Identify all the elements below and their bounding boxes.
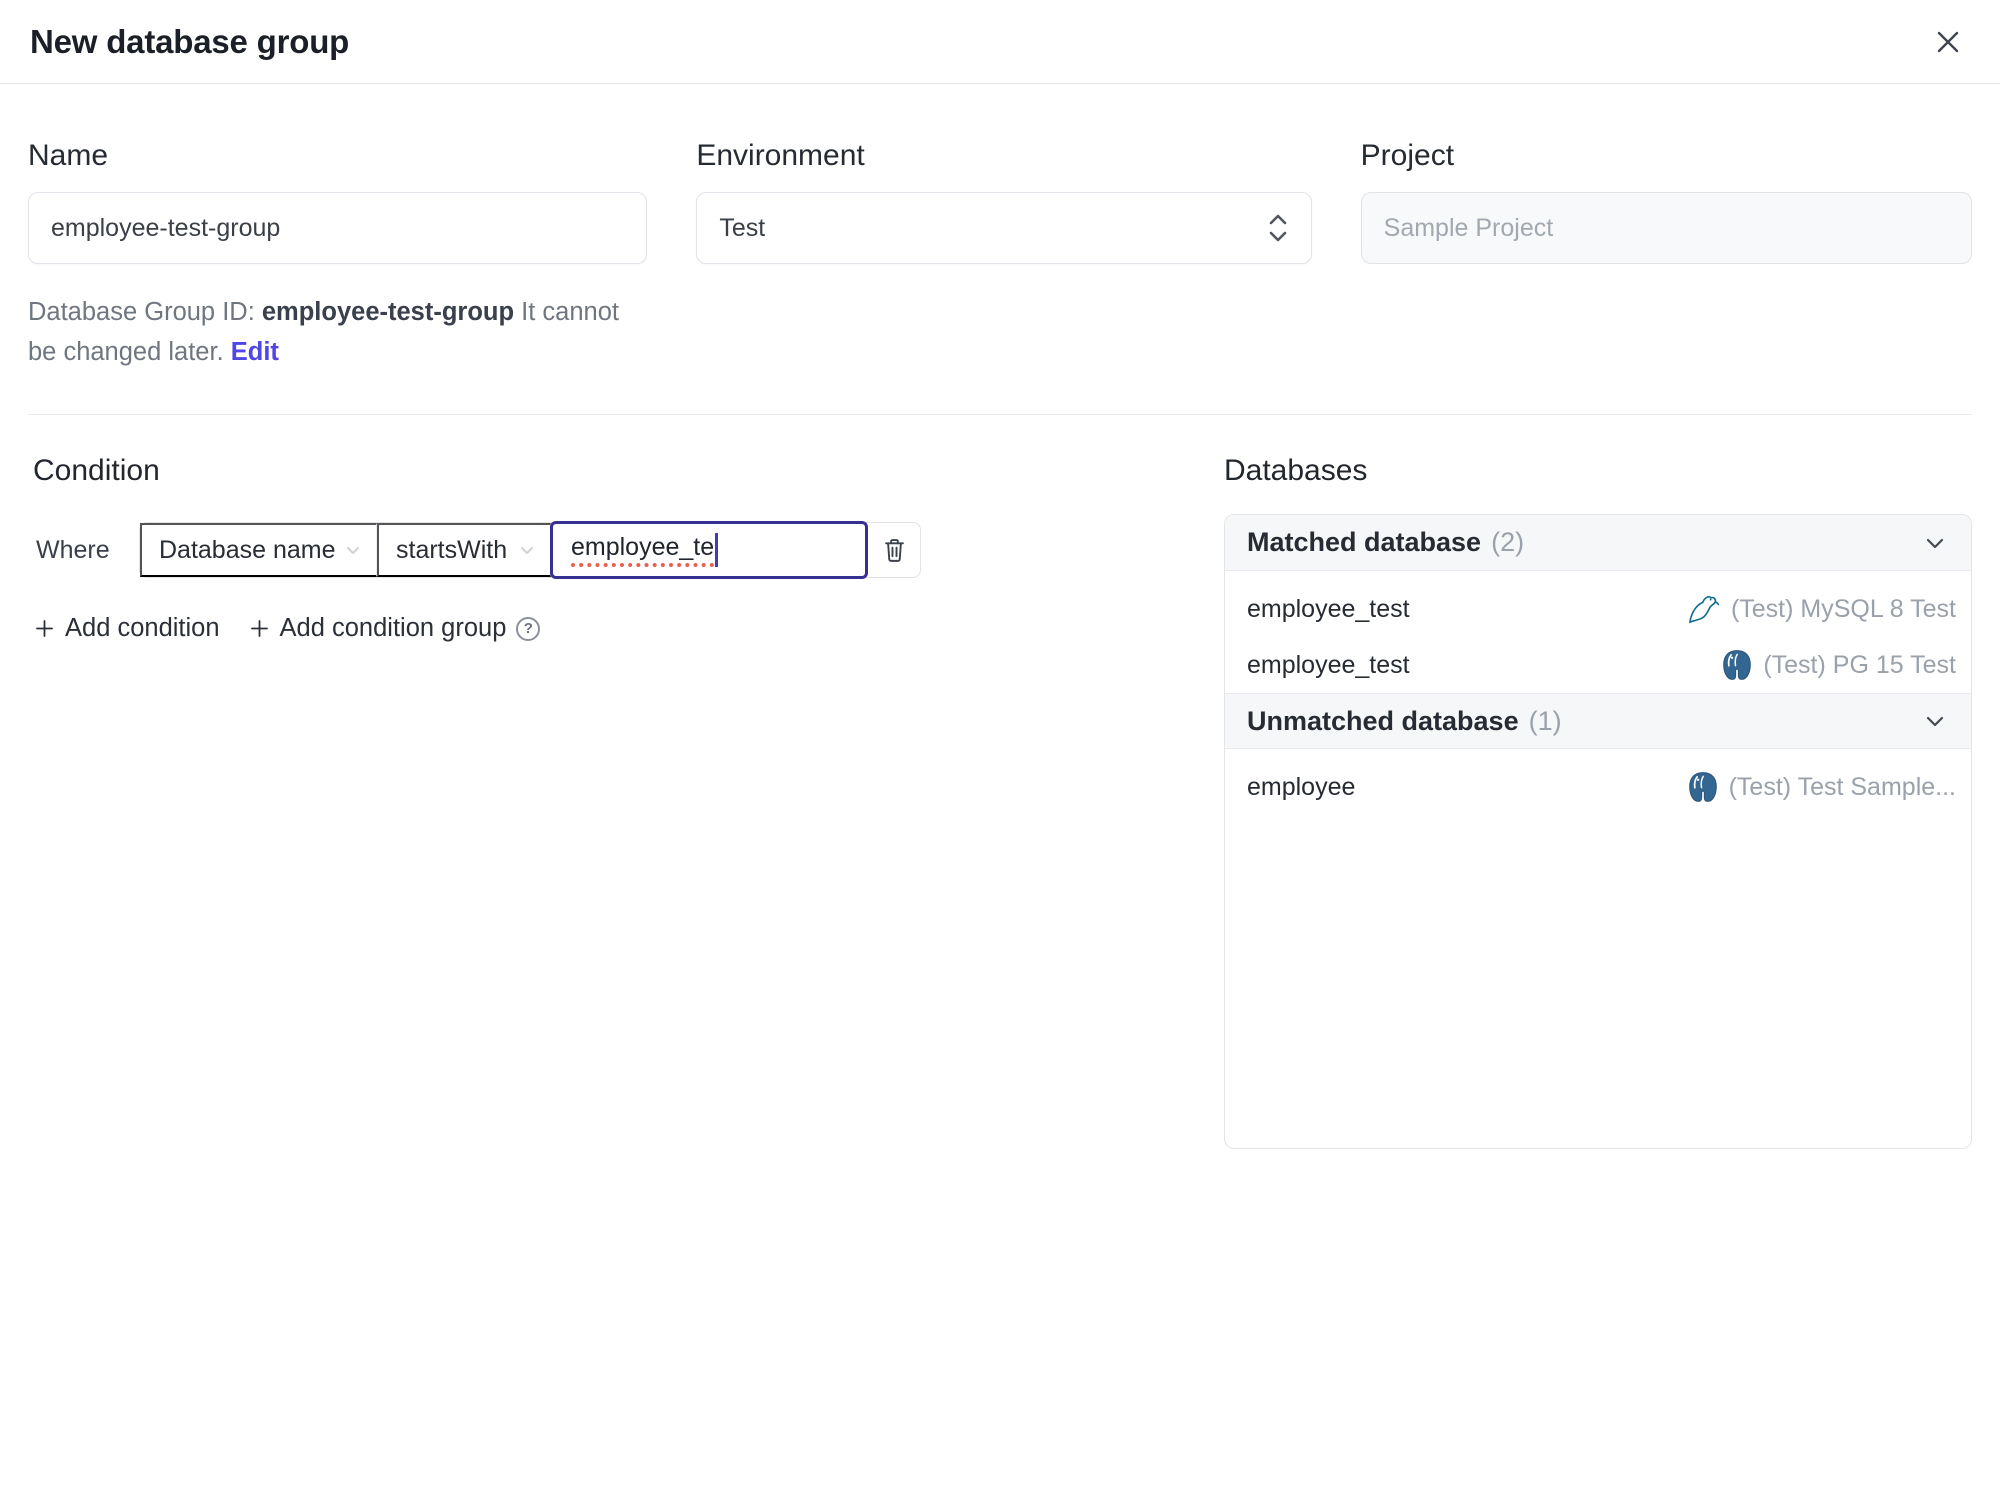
- condition-actions: Add condition Add condition group ?: [28, 614, 968, 643]
- instance-label: (Test) MySQL 8 Test: [1730, 594, 1956, 623]
- help-icon[interactable]: ?: [516, 616, 541, 641]
- environment-label: Environment: [696, 139, 865, 172]
- matched-database-header[interactable]: Matched database (2): [1225, 515, 1971, 571]
- databases-panel: Matched database (2) employee_test (Test…: [1224, 514, 1972, 1149]
- unmatched-database-list: employee (Test) Test Sample...: [1225, 749, 1971, 815]
- group-form: Name Database Group ID: employee-test-gr…: [28, 138, 1972, 372]
- unmatched-database-header[interactable]: Unmatched database (1): [1225, 693, 1971, 749]
- trash-icon: [881, 536, 908, 564]
- databases-section: Databases Matched database (2) employee_…: [1224, 453, 1972, 1149]
- close-icon: [1930, 24, 1966, 60]
- condition-factor-value: Database name: [159, 535, 336, 564]
- mysql-icon: [1684, 591, 1722, 627]
- condition-operator-dropdown[interactable]: startsWith: [377, 523, 551, 577]
- database-instance: (Test) PG 15 Test: [1720, 647, 1956, 683]
- section-divider: [28, 414, 1972, 415]
- add-condition-label: Add condition: [65, 614, 220, 642]
- name-label: Name: [28, 139, 109, 172]
- unmatched-database-title: Unmatched database: [1247, 705, 1519, 736]
- chevron-down-icon: [343, 540, 363, 560]
- instance-label: (Test) Test Sample...: [1728, 772, 1956, 801]
- name-input[interactable]: [28, 192, 648, 264]
- environment-selected-value: Test: [719, 213, 766, 242]
- database-name: employee_test: [1247, 650, 1410, 679]
- group-id-value: employee-test-group: [261, 298, 515, 326]
- database-instance: (Test) Test Sample...: [1686, 769, 1956, 805]
- condition-value-text: employee_te: [571, 533, 715, 567]
- condition-operator-value: startsWith: [396, 535, 508, 564]
- environment-select[interactable]: Test: [696, 192, 1312, 264]
- selector-updown-icon: [1267, 211, 1289, 245]
- chevron-down-icon: [1921, 707, 1949, 735]
- database-row: employee_test (Test) PG 15 Test: [1225, 637, 1971, 693]
- plus-icon: [35, 619, 54, 638]
- postgresql-icon: [1720, 647, 1754, 683]
- group-id-note: Database Group ID: employee-test-group I…: [28, 292, 647, 372]
- condition-expression-group: Database name startsWith employee_te: [139, 521, 921, 579]
- postgresql-icon: [1686, 769, 1720, 805]
- unmatched-database-count: (1): [1528, 705, 1562, 736]
- close-button[interactable]: [1926, 20, 1970, 64]
- edit-group-id-link[interactable]: Edit: [231, 338, 279, 366]
- condition-value-input[interactable]: employee_te: [550, 521, 868, 579]
- database-name: employee: [1247, 772, 1356, 801]
- page-title: New database group: [30, 22, 350, 60]
- condition-heading: Condition: [33, 454, 160, 487]
- delete-condition-button[interactable]: [868, 523, 920, 577]
- add-condition-button[interactable]: Add condition: [35, 614, 220, 643]
- database-row: employee_test (Test) MySQL 8 Test: [1225, 581, 1971, 637]
- database-instance: (Test) MySQL 8 Test: [1684, 591, 1956, 627]
- chevron-down-icon: [1921, 529, 1949, 557]
- chevron-down-icon: [517, 540, 537, 560]
- project-label: Project: [1360, 139, 1455, 172]
- new-database-group-dialog: New database group Name Database Group I…: [0, 0, 2000, 1149]
- matched-database-list: employee_test (Test) MySQL 8 Test employ…: [1225, 571, 1971, 693]
- databases-heading: Databases: [1224, 454, 1368, 487]
- text-caret: [715, 533, 719, 567]
- database-row: employee (Test) Test Sample...: [1225, 759, 1971, 815]
- condition-factor-dropdown[interactable]: Database name: [140, 523, 377, 577]
- add-condition-group-label: Add condition group: [279, 614, 507, 642]
- database-name: employee_test: [1247, 594, 1410, 623]
- add-condition-group-button[interactable]: Add condition group: [250, 614, 507, 643]
- dialog-header: New database group: [0, 0, 2000, 84]
- condition-row: Where Database name startsWith employee_…: [28, 521, 968, 579]
- project-value: Sample Project: [1383, 213, 1554, 242]
- where-label: Where: [36, 535, 110, 564]
- condition-section: Condition Where Database name startsWith: [28, 453, 968, 643]
- matched-database-count: (2): [1491, 527, 1525, 557]
- group-id-note-prefix: Database Group ID:: [28, 298, 262, 326]
- instance-label: (Test) PG 15 Test: [1763, 650, 1956, 679]
- matched-database-title: Matched database: [1247, 527, 1482, 557]
- plus-icon: [250, 619, 269, 638]
- project-input: Sample Project: [1360, 192, 1972, 264]
